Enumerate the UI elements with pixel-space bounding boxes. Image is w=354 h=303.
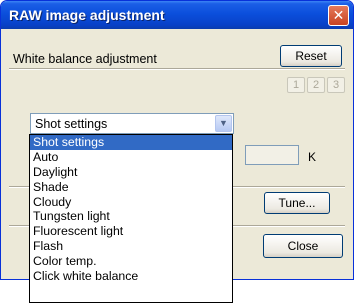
- list-item[interactable]: Shot settings: [30, 135, 232, 150]
- close-icon[interactable]: ✕: [328, 5, 349, 26]
- list-item[interactable]: Shade: [30, 180, 232, 195]
- list-item[interactable]: Tungsten light: [30, 209, 232, 224]
- close-button[interactable]: Close: [263, 234, 343, 258]
- preset-button-1[interactable]: 1: [287, 77, 305, 93]
- list-item[interactable]: Cloudy: [30, 195, 232, 210]
- white-balance-selected-value: Shot settings: [35, 117, 108, 131]
- list-item[interactable]: Flash: [30, 239, 232, 254]
- preset-button-3[interactable]: 3: [327, 77, 345, 93]
- list-item[interactable]: Click white balance: [30, 269, 232, 284]
- tune-button[interactable]: Tune...: [264, 192, 330, 214]
- list-item[interactable]: Color temp.: [30, 254, 232, 269]
- list-item[interactable]: Auto: [30, 150, 232, 165]
- list-item[interactable]: Fluorescent light: [30, 224, 232, 239]
- divider: [9, 68, 345, 70]
- window-title: RAW image adjustment: [9, 7, 165, 23]
- white-balance-dropdown-list[interactable]: Shot settings Auto Daylight Shade Cloudy…: [29, 134, 233, 303]
- white-balance-label: White balance adjustment: [13, 52, 157, 66]
- kelvin-unit-label: K: [308, 150, 317, 164]
- preset-button-2[interactable]: 2: [307, 77, 325, 93]
- list-item[interactable]: Daylight: [30, 165, 232, 180]
- reset-button[interactable]: Reset: [280, 45, 342, 67]
- color-temp-field[interactable]: [245, 145, 299, 165]
- chevron-down-icon[interactable]: ▼: [215, 115, 232, 132]
- title-bar[interactable]: RAW image adjustment ✕: [1, 1, 353, 29]
- white-balance-select[interactable]: Shot settings ▼: [30, 113, 234, 134]
